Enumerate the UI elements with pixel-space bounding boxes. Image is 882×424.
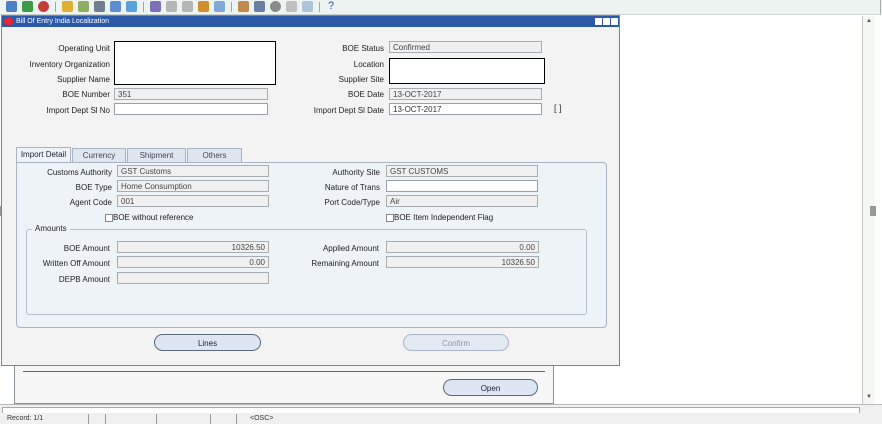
agent-code-field[interactable]: 001 [117,195,269,207]
boe-without-ref-checkbox[interactable] [105,214,113,222]
open-button[interactable]: Open [443,379,538,396]
depb-amount-label: DEPB Amount [58,275,110,284]
cut-icon[interactable] [150,1,161,12]
paste-icon[interactable] [182,1,193,12]
boe-number-label: BOE Number [62,90,110,99]
scroll-up-icon[interactable]: ▲ [866,18,872,24]
operating-unit-label: Operating Unit [58,44,110,53]
clear-icon[interactable] [198,1,209,12]
app-icon [4,18,13,25]
attachments-icon[interactable] [126,1,137,12]
tab-currency[interactable]: Currency [72,148,126,163]
boe-date-field[interactable]: 13-OCT-2017 [389,88,542,100]
close-icon[interactable] [610,17,619,26]
import-dept-sl-no-field[interactable] [114,103,268,115]
scroll-thumb[interactable] [870,206,876,216]
import-dept-sl-no-label: Import Dept Sl No [46,106,110,115]
toolbar-end [866,0,881,14]
copy-icon[interactable] [166,1,177,12]
open-icon[interactable] [6,1,17,12]
help-icon[interactable]: ? [328,0,334,12]
tab-others[interactable]: Others [187,148,242,163]
boe-number-field[interactable]: 351 [114,88,268,100]
find-icon[interactable] [94,1,105,12]
status-bar: Record: 1/1 <OSC> [0,404,882,424]
boe-amount-field[interactable]: 10326.50 [117,241,269,253]
window-title: Bill Of Entry India Localization [16,18,109,25]
record-indicator: Record: 1/1 [7,415,44,422]
toolbar: ? [0,0,882,15]
print-icon[interactable] [78,1,89,12]
inventory-org-label: Inventory Organization [29,60,111,69]
import-dept-sl-date-label: Import Dept Sl Date [313,106,384,115]
translations-icon[interactable] [254,1,265,12]
supplier-name-label: Supplier Name [57,75,110,84]
operating-unit-field[interactable] [114,41,276,85]
applied-amount-field[interactable]: 0.00 [386,241,539,253]
remaining-amount-label: Remaining Amount [311,259,379,268]
boe-window: Bill Of Entry India Localization Operati… [1,15,620,366]
import-dept-sl-date-field[interactable]: 13-OCT-2017 [389,103,542,115]
location-field[interactable] [389,58,545,84]
boe-status-field[interactable]: Confirmed [389,41,542,53]
lines-button[interactable]: Lines [154,334,261,351]
amounts-group-label: Amounts [32,224,70,233]
boe-type-field[interactable]: Home Consumption [117,180,269,192]
navigator-icon[interactable] [22,1,33,12]
supplier-site-label: Supplier Site [338,75,384,84]
port-code-type-field[interactable]: Air [386,195,538,207]
boe-without-ref-label: BOE without reference [113,213,194,222]
nature-of-trans-label: Nature of Trans [324,183,380,192]
boe-item-indep-label: BOE Item Independent Flag [394,213,494,222]
boe-amount-label: BOE Amount [63,244,110,253]
authority-site-field[interactable]: GST CUSTOMS [386,165,538,177]
record-icon[interactable] [270,1,281,12]
edit-icon[interactable] [238,1,249,12]
agent-code-label: Agent Code [69,198,112,207]
nature-of-trans-field[interactable] [386,180,538,192]
folder-tools-icon[interactable] [302,1,313,12]
osc-indicator: <OSC> [250,415,274,422]
written-off-field[interactable]: 0.00 [117,256,269,268]
depb-amount-field[interactable] [117,272,269,284]
descriptive-flexfield[interactable]: [ ] [554,103,562,113]
horizontal-scrollbar[interactable] [2,407,860,413]
written-off-label: Written Off Amount [42,259,110,268]
save-icon[interactable] [38,1,49,12]
scroll-down-icon[interactable]: ▼ [866,394,872,400]
port-code-type-label: Port Code/Type [324,198,380,207]
delete-icon[interactable] [214,1,225,12]
boe-status-label: BOE Status [342,44,384,53]
authority-site-label: Authority Site [332,168,380,177]
boe-type-label: BOE Type [75,183,112,192]
confirm-button[interactable]: Confirm [403,334,509,351]
location-label: Location [353,60,384,69]
remaining-amount-field[interactable]: 10326.50 [386,256,539,268]
folder-icon[interactable] [62,1,73,12]
boe-item-indep-checkbox[interactable] [386,214,394,222]
tab-import-detail[interactable]: Import Detail [16,147,71,163]
applied-amount-label: Applied Amount [322,244,379,253]
window-titlebar: Bill Of Entry India Localization [2,16,619,27]
customs-authority-label: Customs Authority [47,168,112,177]
zoom-icon[interactable] [110,1,121,12]
customs-authority-field[interactable]: GST Customs [117,165,269,177]
attach-icon[interactable] [286,1,297,12]
tab-shipment[interactable]: Shipment [127,148,186,163]
boe-date-label: BOE Date [347,90,384,99]
